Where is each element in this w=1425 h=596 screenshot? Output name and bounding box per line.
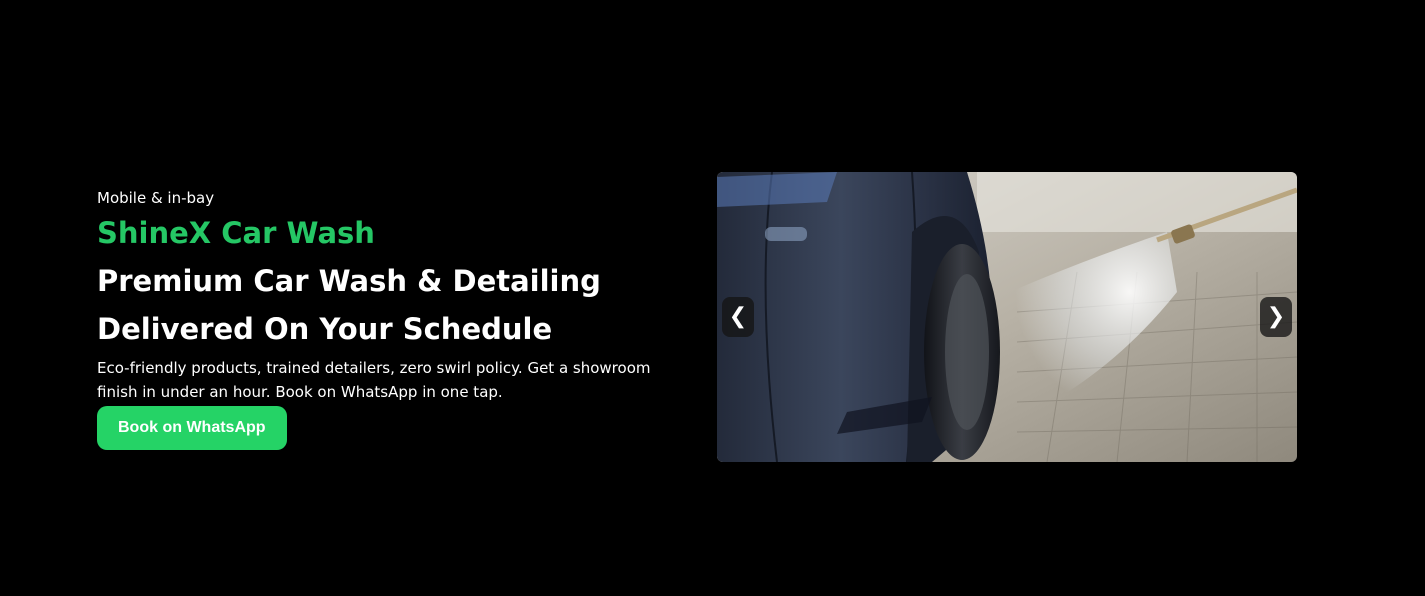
hero-description: Eco-friendly products, trained detailers… [97,359,651,401]
hero-eyebrow: Mobile & in-bay [97,189,215,207]
hero-text-block: Mobile & in-bay ShineX Car Wash Premium … [97,187,697,450]
carousel-prev-button[interactable]: ❮ [722,297,754,337]
brand-name: ShineX Car Wash [97,216,375,250]
carousel-next-button[interactable]: ❯ [1260,297,1292,337]
book-on-whatsapp-button[interactable]: Book on WhatsApp [97,406,287,450]
hero-section: Mobile & in-bay ShineX Car Wash Premium … [0,0,1425,596]
hero-headline-line-1: Premium Car Wash & Detailing [97,264,601,298]
hero-headline: Premium Car Wash & Detailing Delivered O… [97,257,697,353]
image-carousel: ❮ ❯ [717,172,1297,462]
car-pressure-wash-photo [717,172,1297,462]
hero-headline-line-2: Delivered On Your Schedule [97,312,553,346]
